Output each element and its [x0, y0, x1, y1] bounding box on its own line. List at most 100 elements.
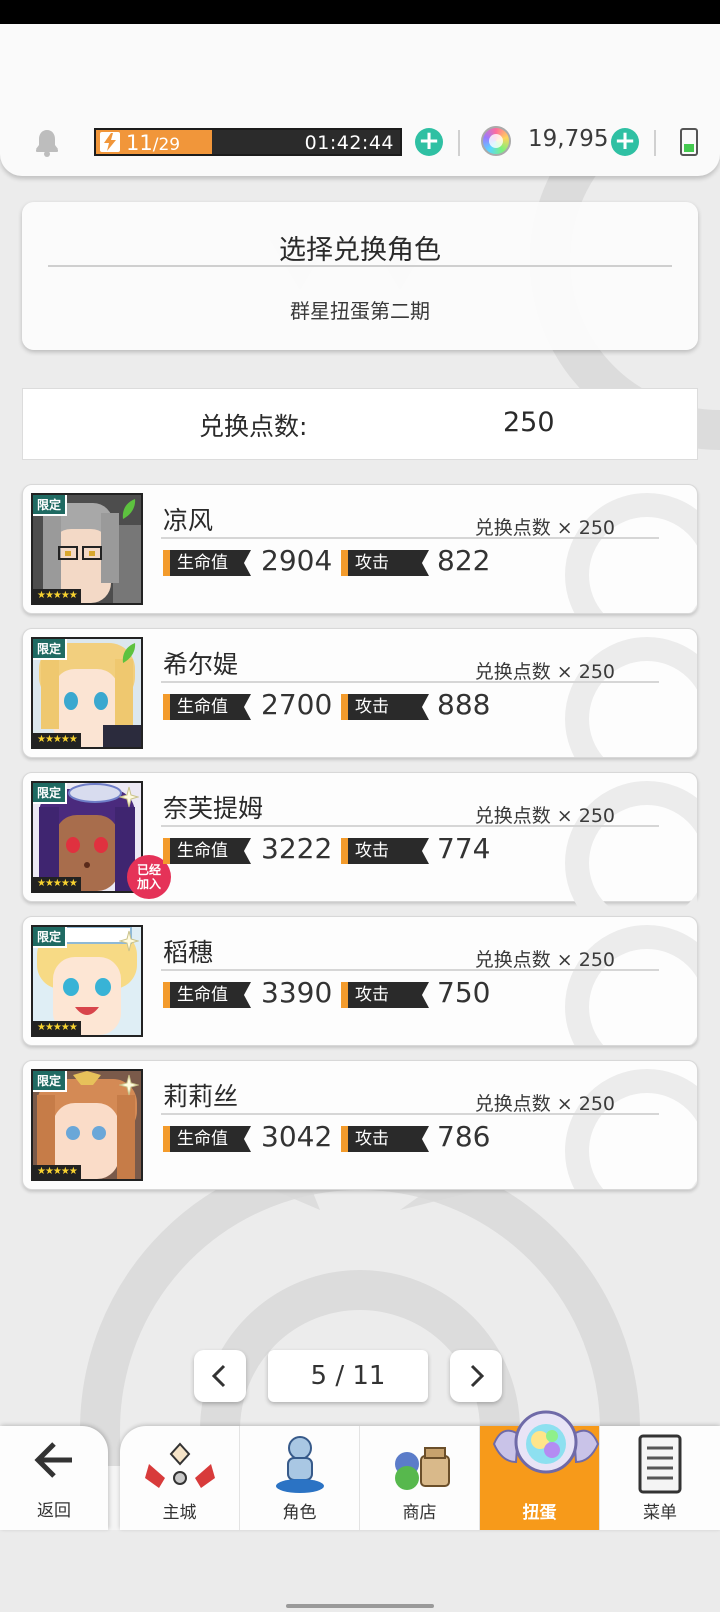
character-icon: [240, 1434, 359, 1500]
exchange-cost: 兑换点数 × 250: [474, 517, 615, 539]
character-row[interactable]: 限定 ★★★★★ 稻穗 兑换点数 × 250 生命值 3390 攻击 750: [22, 916, 698, 1046]
attack-value: 750: [437, 976, 491, 1009]
character-row[interactable]: 限定 ★★★★★ 希尔媞 兑换点数 × 250 生命值 2700 攻击 888: [22, 628, 698, 758]
gem-icon: [481, 126, 511, 156]
star-rating: ★★★★★: [33, 1021, 81, 1035]
title-card: 选择兑换角色 群星扭蛋第二期: [22, 202, 698, 350]
prev-page-button[interactable]: [194, 1350, 246, 1402]
attack-label: 攻击: [341, 838, 429, 864]
chevron-left-icon: [211, 1364, 226, 1388]
row-watermark: [565, 493, 697, 613]
gacha-icon: [492, 1410, 600, 1474]
tab-shop[interactable]: 商店: [360, 1426, 480, 1530]
page-title: 选择兑换角色: [279, 235, 441, 266]
menu-icon: [600, 1434, 720, 1498]
limited-tag: 限定: [33, 783, 68, 804]
attack-value: 822: [437, 544, 491, 577]
add-stamina-button[interactable]: +: [415, 128, 443, 156]
sparkle-icon: [119, 930, 139, 952]
lightning-icon: [100, 132, 120, 152]
next-page-button[interactable]: [450, 1350, 502, 1402]
page-indicator: 5 / 11: [268, 1350, 428, 1402]
star-rating: ★★★★★: [33, 877, 81, 891]
name-divider: [161, 969, 659, 971]
home-indicator[interactable]: [286, 1604, 434, 1608]
character-portrait: 限定 ★★★★★: [31, 925, 143, 1037]
hp-value: 3042: [261, 1120, 333, 1153]
divider: [654, 130, 656, 156]
resource-bar: 11/29 01:42:44 + 19,795 +: [0, 24, 720, 176]
battery-icon: [680, 128, 698, 156]
character-name: 希尔媞: [163, 650, 239, 679]
stamina-bar: 11/29 01:42:44: [94, 128, 402, 156]
add-icon: +: [418, 126, 440, 156]
stamina-current: 11: [126, 131, 153, 155]
hp-label: 生命值: [163, 982, 251, 1008]
leaf-icon: [122, 499, 136, 519]
attack-value: 888: [437, 688, 491, 721]
sparkle-icon: [119, 786, 139, 808]
arrow-left-icon: [34, 1442, 72, 1478]
limited-tag: 限定: [33, 639, 68, 660]
exchange-points-box: 兑换点数: 250: [22, 388, 698, 460]
currency-amount: 19,795: [528, 126, 609, 152]
name-divider: [161, 1113, 659, 1115]
limited-tag: 限定: [33, 495, 68, 516]
character-row[interactable]: 限定 ★★★★★ 已经 加入 奈芙提姆 兑换点数 × 250 生命值 3222 …: [22, 772, 698, 902]
tab-label: 角色: [282, 1503, 317, 1523]
sparkle-icon: [119, 1074, 139, 1096]
character-name: 莉莉丝: [163, 1082, 239, 1111]
character-row[interactable]: 限定 ★★★★★ 凉风 兑换点数 × 250 生命值 2904 攻击 822: [22, 484, 698, 614]
stamina-timer: 01:42:44: [304, 132, 394, 154]
row-watermark: [565, 637, 697, 757]
hp-value: 3222: [261, 832, 333, 865]
attack-label: 攻击: [341, 982, 429, 1008]
bell-icon[interactable]: [32, 127, 62, 157]
name-divider: [161, 681, 659, 683]
tab-main-city[interactable]: 主城: [120, 1426, 240, 1530]
add-currency-button[interactable]: +: [611, 128, 639, 156]
add-icon: +: [614, 126, 636, 156]
character-portrait: 限定 ★★★★★: [31, 1069, 143, 1181]
row-watermark: [527, 763, 720, 933]
attack-value: 774: [437, 832, 491, 865]
character-portrait: 限定 ★★★★★: [31, 493, 143, 605]
bottom-nav: 主城 角色 商店 扭蛋 菜单: [120, 1426, 720, 1530]
character-name: 稻穗: [163, 938, 214, 967]
attack-label: 攻击: [341, 1126, 429, 1152]
title-divider: [48, 265, 672, 267]
system-status-bar: [0, 0, 720, 24]
hp-label: 生命值: [163, 1126, 251, 1152]
bottom-strip: [0, 1530, 720, 1612]
leaf-icon: [122, 643, 136, 663]
tab-label: 扭蛋: [522, 1503, 557, 1523]
star-rating: ★★★★★: [33, 589, 81, 603]
hp-label: 生命值: [163, 694, 251, 720]
tab-label: 商店: [402, 1503, 437, 1523]
hp-value: 2904: [261, 544, 333, 577]
stamina-value: 11/29: [126, 131, 180, 155]
back-label: 返回: [37, 1501, 71, 1521]
hp-label: 生命值: [163, 550, 251, 576]
castle-icon: [120, 1434, 239, 1498]
exchange-cost: 兑换点数 × 250: [474, 1093, 615, 1115]
attack-label: 攻击: [341, 694, 429, 720]
exchange-cost: 兑换点数 × 250: [474, 805, 615, 827]
hp-value: 3390: [261, 976, 333, 1009]
chevron-right-icon: [470, 1364, 485, 1388]
tab-character[interactable]: 角色: [240, 1426, 360, 1530]
hp-label: 生命值: [163, 838, 251, 864]
joined-badge-text: 已经 加入: [136, 863, 161, 891]
character-name: 凉风: [163, 506, 214, 535]
limited-tag: 限定: [33, 927, 68, 948]
name-divider: [161, 537, 659, 539]
attack-value: 786: [437, 1120, 491, 1153]
exchange-points-label: 兑换点数:: [199, 412, 308, 441]
back-button[interactable]: 返回: [0, 1426, 108, 1530]
hp-value: 2700: [261, 688, 333, 721]
limited-tag: 限定: [33, 1071, 68, 1092]
tab-menu[interactable]: 菜单: [600, 1426, 720, 1530]
character-row[interactable]: 限定 ★★★★★ 莉莉丝 兑换点数 × 250 生命值 3042 攻击 786: [22, 1060, 698, 1190]
character-name: 奈芙提姆: [163, 794, 264, 823]
name-divider: [161, 825, 659, 827]
